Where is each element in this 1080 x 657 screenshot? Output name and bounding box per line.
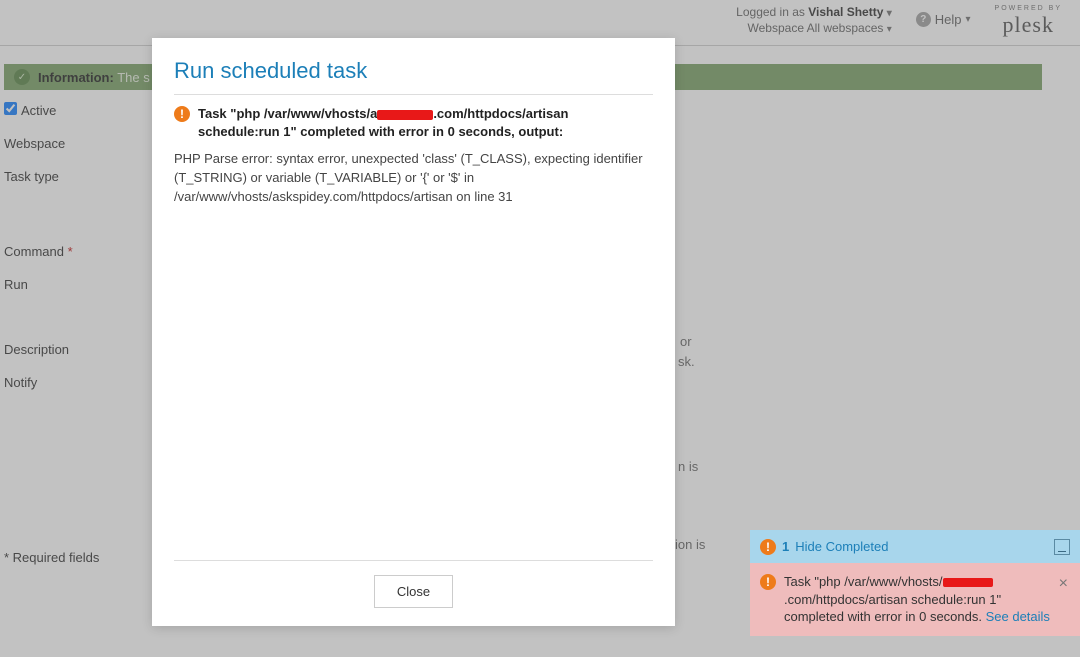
- error-icon: !: [174, 106, 190, 122]
- task-count: 1: [782, 539, 789, 554]
- modal-output-text: PHP Parse error: syntax error, unexpecte…: [174, 150, 653, 207]
- redacted-block: [377, 110, 433, 120]
- error-icon: !: [760, 539, 776, 555]
- minimize-button[interactable]: [1054, 539, 1070, 555]
- task-status-header: ! 1 Hide Completed: [750, 530, 1080, 563]
- hide-completed-link[interactable]: Hide Completed: [795, 539, 888, 554]
- close-icon[interactable]: ×: [1059, 573, 1068, 626]
- run-task-modal: Run scheduled task ! Task "php /var/www/…: [152, 38, 675, 626]
- modal-title: Run scheduled task: [174, 58, 653, 84]
- task-status-item: ! Task "php /var/www/vhosts/.com/httpdoc…: [750, 563, 1080, 636]
- error-icon: !: [760, 574, 776, 590]
- see-details-link[interactable]: See details: [986, 609, 1050, 624]
- redacted-block: [943, 578, 993, 587]
- modal-error-row: ! Task "php /var/www/vhosts/a.com/httpdo…: [174, 105, 653, 140]
- task-status-panel: ! 1 Hide Completed ! Task "php /var/www/…: [750, 530, 1080, 636]
- close-button[interactable]: Close: [374, 575, 453, 608]
